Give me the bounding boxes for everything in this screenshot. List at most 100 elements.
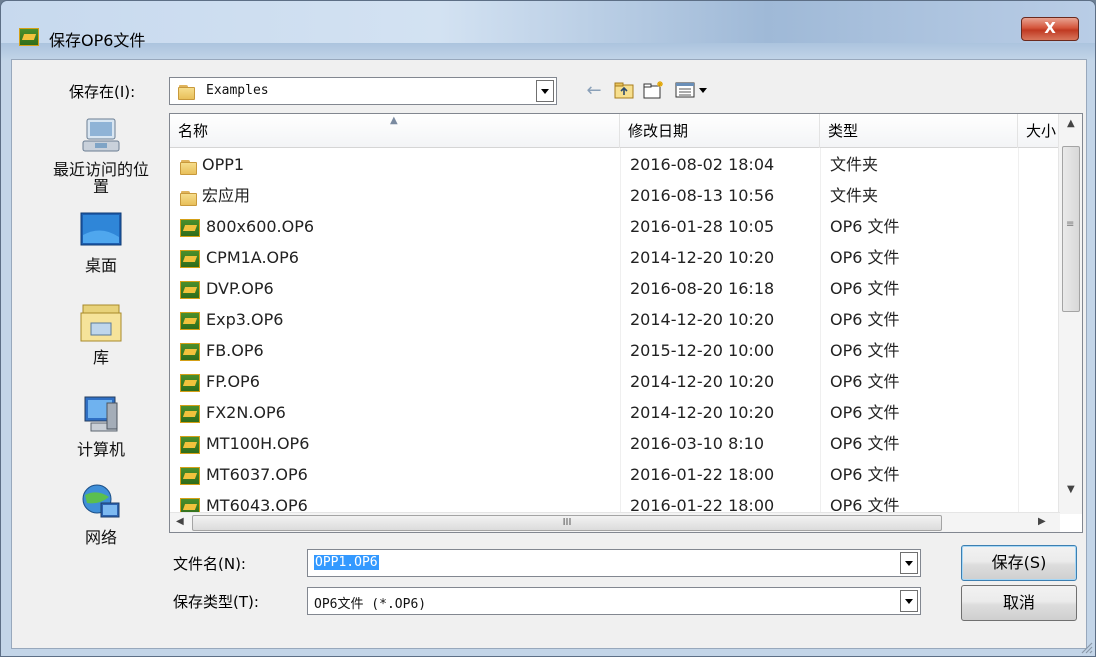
column-header-name-label: 名称 <box>178 122 209 140</box>
file-name: MT6037.OP6 <box>206 465 308 484</box>
op6-file-icon <box>180 342 200 361</box>
file-name-cell: MT6037.OP6 <box>180 459 308 490</box>
sidebar-item-label: 库 <box>92 348 109 367</box>
file-date-cell: 2016-01-22 18:00 <box>630 465 775 484</box>
vertical-scrollbar[interactable]: ▲ ≡ ▼ <box>1058 114 1082 514</box>
file-type-cell: OP6 文件 <box>830 341 900 360</box>
file-row[interactable]: FX2N.OP6 2014-12-20 10:20 OP6 文件 <box>170 397 1060 428</box>
filename-label: 文件名(N): <box>173 555 246 573</box>
save-in-dropdown-arrow[interactable] <box>536 80 554 102</box>
op6-file-icon <box>180 311 200 330</box>
cancel-button[interactable]: 取消 <box>961 585 1077 621</box>
file-name-cell: MT100H.OP6 <box>180 428 309 459</box>
file-name-cell: OPP1 <box>180 149 244 180</box>
file-row[interactable]: MT100H.OP6 2016-03-10 8:10 OP6 文件 <box>170 428 1060 459</box>
op6-file-icon <box>180 373 200 392</box>
libraries-icon <box>77 301 125 345</box>
filename-input[interactable]: OPP1.OP6 <box>307 549 921 577</box>
file-name: CPM1A.OP6 <box>206 248 299 267</box>
chevron-down-icon <box>905 560 913 566</box>
file-name: OPP1 <box>202 155 245 174</box>
op6-file-icon <box>180 435 200 454</box>
filename-value: OPP1.OP6 <box>314 555 379 570</box>
sidebar-item-label: 计算机 <box>76 440 125 459</box>
up-folder-icon[interactable] <box>612 79 636 101</box>
file-name-cell: 800x600.OP6 <box>180 211 314 242</box>
file-date-cell: 2016-08-13 10:56 <box>630 186 775 205</box>
chevron-down-icon <box>541 88 549 94</box>
save-button[interactable]: 保存(S) <box>961 545 1077 581</box>
horizontal-scroll-thumb[interactable]: III <box>192 515 942 531</box>
sidebar-item-recent[interactable]: 最近访问的位置 <box>41 113 161 195</box>
file-name-cell: FB.OP6 <box>180 335 264 366</box>
file-row[interactable]: OPP1 2016-08-02 18:04 文件夹 <box>170 149 1060 180</box>
file-name-cell: DVP.OP6 <box>180 273 274 304</box>
sidebar-item-label: 桌面 <box>84 256 117 275</box>
sidebar-item-label: 最近访问的位置 <box>52 160 149 196</box>
file-row[interactable]: FP.OP6 2014-12-20 10:20 OP6 文件 <box>170 366 1060 397</box>
column-header-name[interactable]: 名称 ▲ <box>170 114 620 148</box>
file-list-view[interactable]: 名称 ▲ 修改日期 类型 大小 OPP1 2016-08-02 18:04 文件夹宏… <box>169 113 1083 533</box>
file-row[interactable]: CPM1A.OP6 2014-12-20 10:20 OP6 文件 <box>170 242 1060 273</box>
file-name: Exp3.OP6 <box>206 310 284 329</box>
computer-icon <box>77 393 125 437</box>
sidebar-item-label: 网络 <box>84 528 117 547</box>
new-folder-icon[interactable] <box>642 79 666 101</box>
file-row[interactable]: DVP.OP6 2016-08-20 16:18 OP6 文件 <box>170 273 1060 304</box>
file-date-cell: 2014-12-20 10:20 <box>630 310 775 329</box>
op6-file-icon <box>180 218 200 237</box>
folder-icon <box>180 189 197 206</box>
filetype-dropdown-arrow[interactable] <box>900 590 918 612</box>
resize-grip-icon[interactable] <box>1079 640 1093 654</box>
file-date-cell: 2015-12-20 10:00 <box>630 341 775 360</box>
file-name: FP.OP6 <box>206 372 260 391</box>
file-type-cell: OP6 文件 <box>830 248 900 267</box>
sidebar-item-network[interactable]: 网络 <box>41 481 161 546</box>
file-row[interactable]: 800x600.OP6 2016-01-28 10:05 OP6 文件 <box>170 211 1060 242</box>
file-date-cell: 2014-12-20 10:20 <box>630 248 775 267</box>
filename-dropdown-arrow[interactable] <box>900 552 918 574</box>
close-button[interactable]: X <box>1021 17 1079 41</box>
op6-file-icon <box>180 404 200 423</box>
file-row[interactable]: MT6037.OP6 2016-01-22 18:00 OP6 文件 <box>170 459 1060 490</box>
file-name-cell: CPM1A.OP6 <box>180 242 299 273</box>
column-header-date[interactable]: 修改日期 <box>620 114 820 148</box>
file-name-cell: 宏应用 <box>180 180 250 211</box>
file-date-cell: 2014-12-20 10:20 <box>630 403 775 422</box>
scroll-right-icon[interactable]: ▶ <box>1038 516 1046 527</box>
recent-places-icon <box>77 113 125 157</box>
file-row[interactable]: FB.OP6 2015-12-20 10:00 OP6 文件 <box>170 335 1060 366</box>
file-date-cell: 2016-01-28 10:05 <box>630 217 775 236</box>
back-arrow-icon[interactable]: ← <box>583 79 605 101</box>
file-type-cell: OP6 文件 <box>830 372 900 391</box>
filetype-label: 保存类型(T): <box>173 593 259 611</box>
filetype-select[interactable]: OP6文件 (*.OP6) <box>307 587 921 615</box>
column-header-type[interactable]: 类型 <box>820 114 1018 148</box>
sidebar-item-desktop[interactable]: 桌面 <box>41 209 161 274</box>
scroll-down-icon[interactable]: ▼ <box>1067 484 1075 495</box>
file-row[interactable]: 宏应用 2016-08-13 10:56 文件夹 <box>170 180 1060 211</box>
desktop-icon <box>77 209 125 253</box>
file-name: FX2N.OP6 <box>206 403 286 422</box>
folder-icon <box>178 83 195 100</box>
file-name-cell: FP.OP6 <box>180 366 260 397</box>
view-menu-icon[interactable] <box>673 79 713 101</box>
horizontal-scrollbar[interactable]: ◀ III ▶ <box>170 512 1060 532</box>
op6-file-icon <box>180 466 200 485</box>
file-row[interactable]: Exp3.OP6 2014-12-20 10:20 OP6 文件 <box>170 304 1060 335</box>
sidebar-item-libraries[interactable]: 库 <box>41 301 161 366</box>
save-in-combobox[interactable]: Examples <box>169 77 557 105</box>
title-bar[interactable]: 保存OP6文件 X <box>1 1 1095 50</box>
filetype-value: OP6文件 (*.OP6) <box>314 597 427 612</box>
file-date-cell: 2016-08-02 18:04 <box>630 155 775 174</box>
scroll-grip-label: III <box>562 517 572 528</box>
vertical-scroll-thumb[interactable]: ≡ <box>1062 146 1080 312</box>
file-name: DVP.OP6 <box>206 279 274 298</box>
scroll-up-icon[interactable]: ▲ <box>1067 118 1075 129</box>
sidebar-item-computer[interactable]: 计算机 <box>41 393 161 458</box>
scroll-left-icon[interactable]: ◀ <box>176 516 184 527</box>
file-date-cell: 2016-08-20 16:18 <box>630 279 775 298</box>
file-name: 800x600.OP6 <box>206 217 315 236</box>
file-type-cell: OP6 文件 <box>830 434 900 453</box>
file-name: FB.OP6 <box>206 341 264 360</box>
